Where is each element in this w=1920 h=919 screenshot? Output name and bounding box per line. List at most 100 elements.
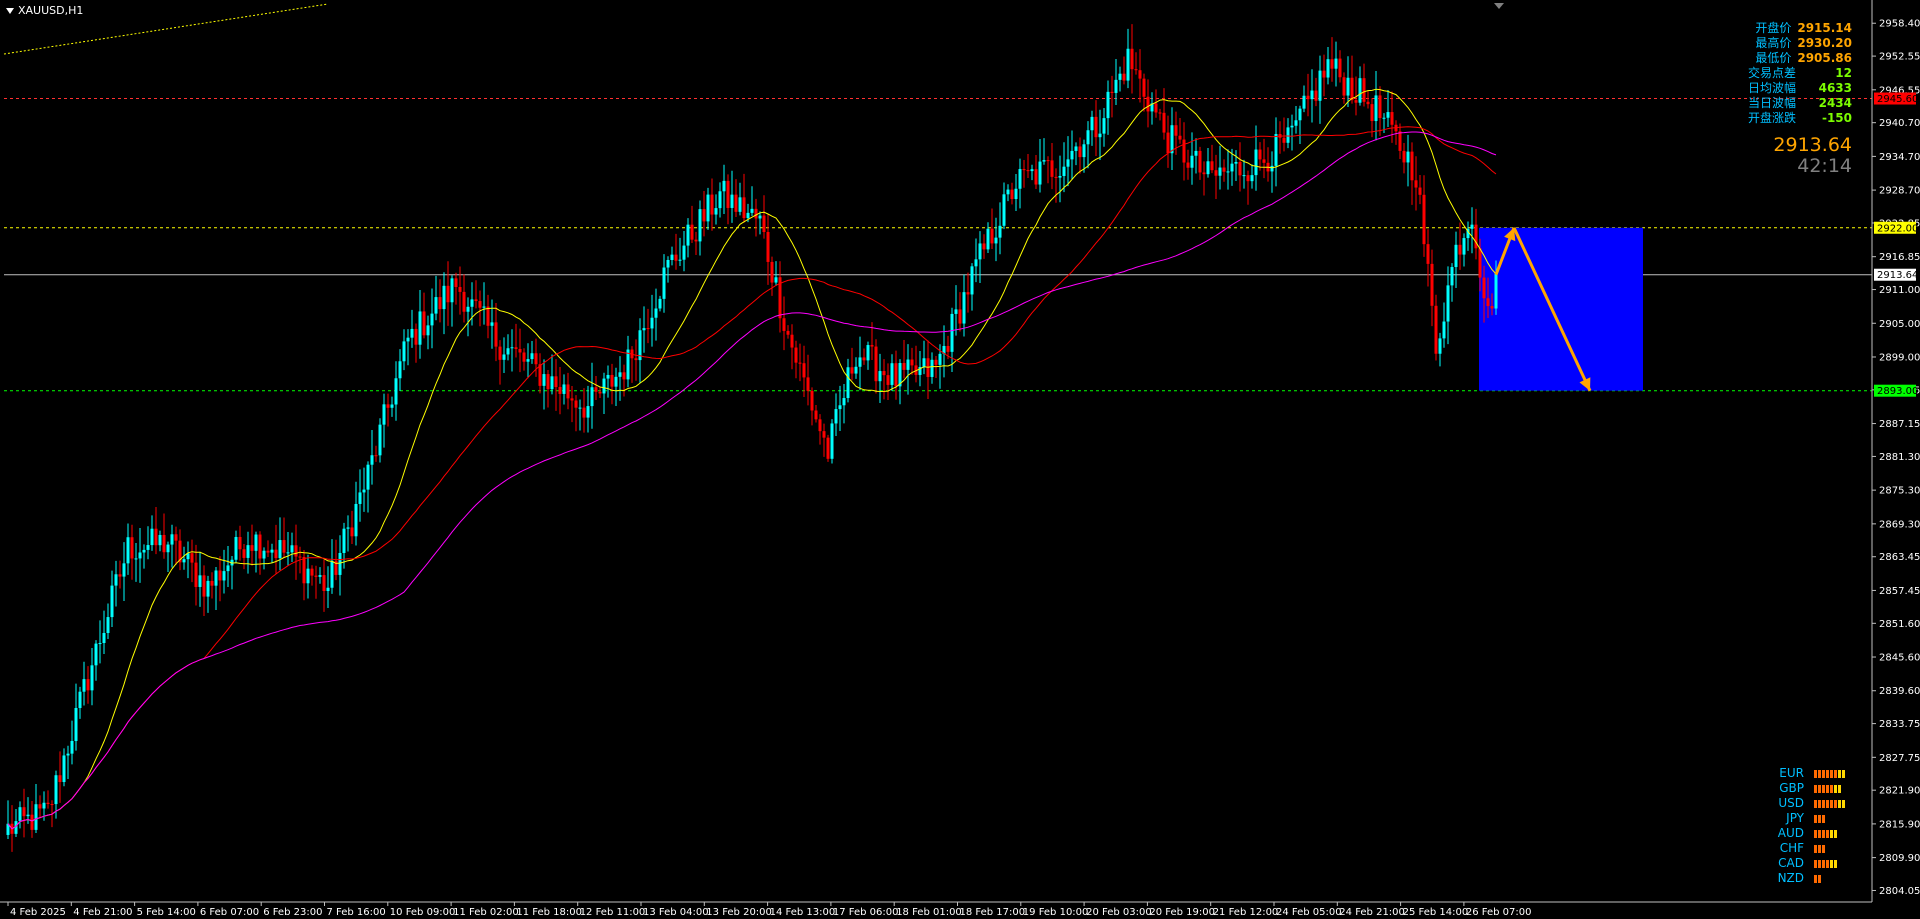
candle-body <box>22 807 26 817</box>
candle-body <box>1102 118 1106 134</box>
candle-body <box>1362 78 1366 102</box>
strength-bar <box>1818 814 1821 823</box>
candle-body <box>1242 175 1246 177</box>
candle-body <box>1282 137 1286 143</box>
level-price-label: 2893.00 <box>1877 386 1918 397</box>
candle-body <box>1002 194 1006 226</box>
candle-body <box>1038 161 1042 185</box>
strength-bar <box>1822 814 1825 823</box>
candle-body <box>818 419 822 432</box>
moving-average-50 <box>7 126 1497 830</box>
candle-body <box>142 549 146 553</box>
candle-body <box>442 285 446 310</box>
candle-body <box>1122 73 1126 81</box>
candle-body <box>1342 77 1346 96</box>
candle-body <box>1482 277 1486 299</box>
candle-body <box>994 237 998 244</box>
candle-body <box>358 492 362 504</box>
candle-body <box>1458 244 1462 255</box>
candle-body <box>198 575 202 587</box>
info-label: 最高价 <box>1755 36 1792 50</box>
x-tick-label: 11 Feb 02:00 <box>453 907 519 918</box>
candle-body <box>906 359 910 370</box>
strength-bar <box>1814 844 1817 853</box>
strength-row: EUR <box>1770 766 1845 781</box>
candle-body <box>922 358 926 368</box>
candle-body <box>30 814 34 830</box>
candle-body <box>530 353 534 360</box>
strength-bar <box>1834 829 1837 838</box>
candle-body <box>782 318 786 331</box>
candle-body <box>1046 160 1050 162</box>
strength-bars <box>1814 814 1825 823</box>
candle-body <box>238 536 242 550</box>
candle-body <box>1210 161 1214 171</box>
y-tick-label: 2809.90 <box>1879 853 1920 864</box>
candle-body <box>706 194 710 222</box>
candle-body <box>1490 306 1494 309</box>
candle-body <box>1470 224 1474 229</box>
candle-body <box>970 266 974 295</box>
candle-body <box>846 367 850 399</box>
symbol-timeframe-label[interactable]: XAUUSD,H1 <box>6 4 83 17</box>
dropdown-triangle-icon[interactable] <box>6 8 14 14</box>
candle-body <box>622 372 626 380</box>
candle-body <box>1226 171 1230 173</box>
candle-body <box>586 406 590 418</box>
candle-body <box>1254 149 1258 176</box>
candle-body <box>414 328 418 345</box>
candle-body <box>850 367 854 374</box>
candle-body <box>1494 273 1498 309</box>
candle-body <box>1162 112 1166 133</box>
candle-body <box>794 347 798 363</box>
candle-body <box>602 378 606 394</box>
strength-bar <box>1834 769 1837 778</box>
candle-body <box>102 632 106 643</box>
candle-body <box>1250 175 1254 182</box>
strength-row: CAD <box>1770 856 1845 871</box>
strength-bar <box>1818 829 1821 838</box>
candle-body <box>1166 132 1170 154</box>
candle-body <box>294 545 298 557</box>
x-tick-label: 10 Feb 09:00 <box>390 907 456 918</box>
candle-body <box>722 180 726 192</box>
candle-body <box>1338 58 1342 78</box>
candle-body <box>1450 267 1454 286</box>
x-tick-label: 11 Feb 18:00 <box>516 907 582 918</box>
chart-shift-marker-icon[interactable] <box>1494 3 1504 9</box>
candle-body <box>650 317 654 329</box>
candle-body <box>1374 95 1378 122</box>
candle-body <box>286 552 290 554</box>
candle-body <box>1022 169 1026 171</box>
candle-body <box>894 363 898 387</box>
candle-body <box>438 297 442 310</box>
candle-body <box>258 534 262 559</box>
candle-body <box>1442 321 1446 339</box>
candle-body <box>1274 134 1278 166</box>
candlestick-series <box>6 24 1498 852</box>
price-chart[interactable]: 2958.402952.552946.552940.702934.702928.… <box>0 0 1920 919</box>
y-tick-label: 2887.15 <box>1879 419 1920 430</box>
candle-body <box>842 398 846 406</box>
y-tick-label: 2958.40 <box>1879 19 1920 30</box>
candle-body <box>158 534 162 546</box>
candle-body <box>398 361 402 379</box>
x-tick-label: 4 Feb 21:00 <box>73 907 132 918</box>
currency-label: GBP <box>1779 781 1804 795</box>
candle-body <box>506 348 510 355</box>
candle-body <box>1486 298 1490 307</box>
candle-body <box>106 617 110 633</box>
candle-body <box>1010 189 1014 200</box>
candle-body <box>1030 169 1034 172</box>
candle-body <box>1090 116 1094 131</box>
strength-bars <box>1814 859 1837 868</box>
candle-body <box>662 267 666 299</box>
candle-body <box>590 387 594 407</box>
strength-bar <box>1822 784 1825 793</box>
candle-body <box>1218 167 1222 176</box>
candle-body <box>810 390 814 411</box>
candle-body <box>354 503 358 537</box>
candle-body <box>1074 146 1078 151</box>
candle-body <box>302 557 306 584</box>
strength-bars <box>1814 844 1825 853</box>
